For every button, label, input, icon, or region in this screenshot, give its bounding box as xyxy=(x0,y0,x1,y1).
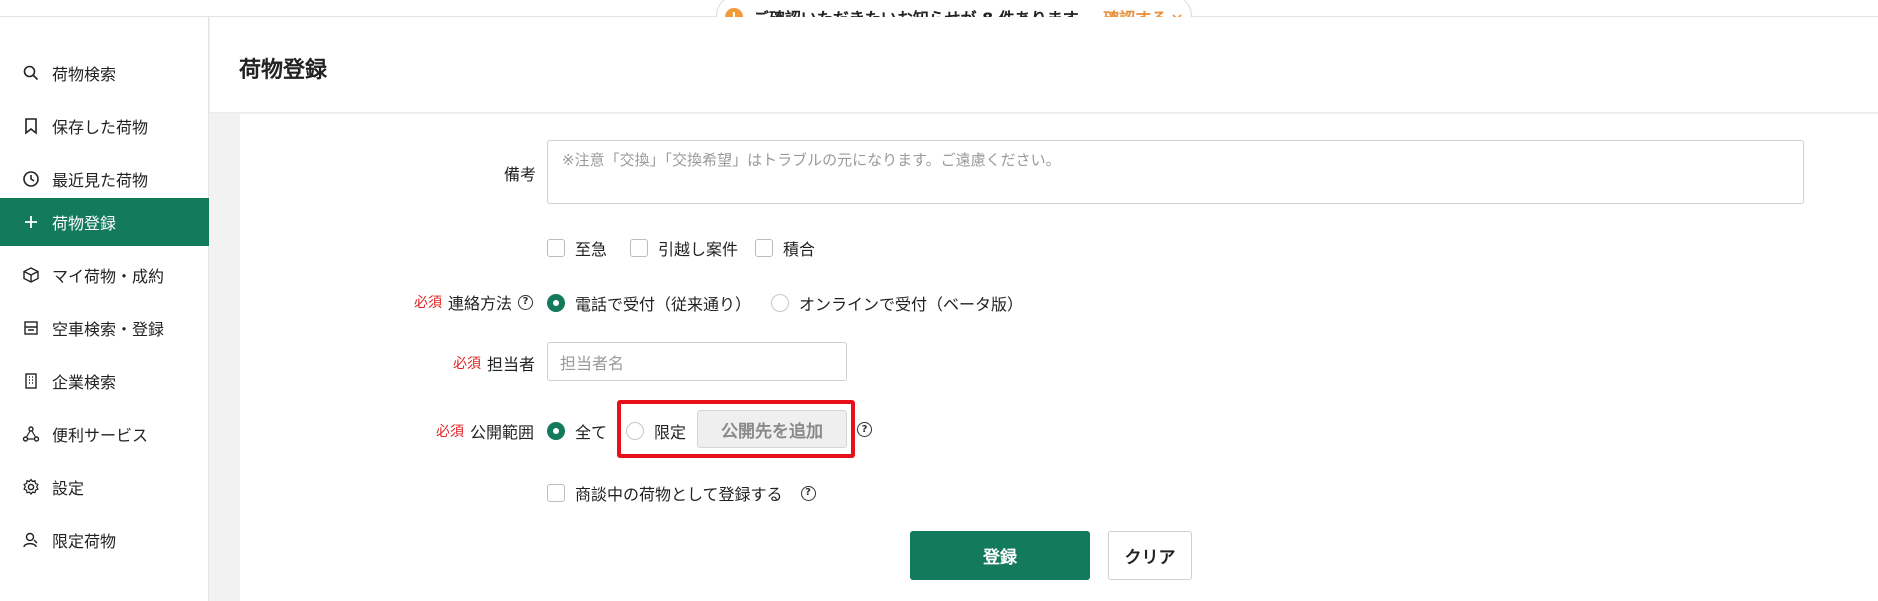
scope-all-option[interactable]: 全て xyxy=(547,419,607,443)
sidebar-item-cargo-register[interactable]: 荷物登録 xyxy=(0,198,209,246)
sidebar-item-label: 空車検索・登録 xyxy=(52,320,165,339)
negotiating-option[interactable]: 商談中の荷物として登録する ? xyxy=(547,481,816,505)
sidebar-item-label: 設定 xyxy=(52,479,85,498)
bookmark-icon xyxy=(22,117,40,135)
mixed-load-checkbox[interactable] xyxy=(755,239,773,257)
sidebar-item-settings[interactable]: 設定 xyxy=(0,463,209,511)
online-radio[interactable] xyxy=(771,294,789,312)
contact-phone-option[interactable]: 電話で受付（従来通り） xyxy=(547,291,751,315)
person-placeholder: 担当者名 xyxy=(560,353,625,373)
sidebar-item-my-cargo[interactable]: マイ荷物・成約 xyxy=(0,251,209,299)
sidebar-item-label: 保存した荷物 xyxy=(52,118,149,137)
building-icon xyxy=(22,372,40,390)
sidebar-item-recent-cargo[interactable]: 最近見た荷物 xyxy=(0,155,209,203)
option-moving[interactable]: 引越し案件 xyxy=(630,236,738,260)
plus-icon xyxy=(22,213,40,231)
person-label: 必須 担当者 xyxy=(453,355,536,374)
scope-help-icon[interactable]: ? xyxy=(857,422,872,437)
option-mixed-load[interactable]: 積合 xyxy=(755,236,815,260)
gear-icon xyxy=(22,478,40,496)
add-target-button[interactable]: 公開先を追加 xyxy=(697,410,847,448)
remarks-placeholder: ※注意「交換」「交換希望」はトラブルの元になります。ご遠慮ください。 xyxy=(562,151,1061,169)
search-icon xyxy=(22,64,40,82)
sidebar-item-company-search[interactable]: 企業検索 xyxy=(0,357,209,405)
sidebar-item-useful-services[interactable]: 便利サービス xyxy=(0,410,209,458)
sidebar-item-label: 荷物登録 xyxy=(52,214,117,233)
option-urgent[interactable]: 至急 xyxy=(547,236,607,260)
required-mark: 必須 xyxy=(453,356,481,372)
required-mark: 必須 xyxy=(436,424,464,440)
sidebar-item-cargo-search[interactable]: 荷物検索 xyxy=(0,49,209,97)
contact-method-label: 必須 連絡方法 ? xyxy=(414,290,534,314)
help-icon[interactable]: ? xyxy=(518,294,534,310)
moving-checkbox[interactable] xyxy=(630,239,648,257)
clock-icon xyxy=(22,170,40,188)
contact-online-option[interactable]: オンラインで受付（ベータ版） xyxy=(771,291,1023,315)
person-input[interactable]: 担当者名 xyxy=(547,342,847,381)
user-icon xyxy=(22,531,40,549)
urgent-checkbox[interactable] xyxy=(547,239,565,257)
sidebar-item-limited-cargo[interactable]: 限定荷物 xyxy=(0,516,209,564)
scope-all-radio[interactable] xyxy=(547,422,565,440)
sidebar-item-saved-cargo[interactable]: 保存した荷物 xyxy=(0,102,209,150)
remarks-textarea[interactable]: ※注意「交換」「交換希望」はトラブルの元になります。ご遠慮ください。 xyxy=(547,140,1804,204)
submit-button[interactable]: 登録 xyxy=(910,531,1090,580)
remarks-label: 備考 xyxy=(504,165,537,184)
sidebar-item-empty-truck[interactable]: 空車検索・登録 xyxy=(0,304,209,352)
network-icon xyxy=(22,425,40,443)
scope-limited-option[interactable]: 限定 xyxy=(626,419,686,443)
page-title: 荷物登録 xyxy=(239,58,328,83)
sidebar-item-label: マイ荷物・成約 xyxy=(52,267,165,286)
required-mark: 必須 xyxy=(414,295,442,311)
sidebar: 荷物検索 保存した荷物 最近見た荷物 荷物登録 マイ荷物・成約 空車検索・登録 … xyxy=(0,17,209,601)
truck-icon xyxy=(22,319,40,337)
sidebar-item-label: 便利サービス xyxy=(52,426,149,445)
clear-button[interactable]: クリア xyxy=(1108,531,1192,580)
negotiating-help-icon[interactable]: ? xyxy=(800,485,816,501)
sidebar-item-label: 最近見た荷物 xyxy=(52,171,149,190)
sidebar-item-label: 荷物検索 xyxy=(52,65,117,84)
box-icon xyxy=(22,266,40,284)
page-header: 荷物登録 xyxy=(210,17,1878,113)
scope-label: 必須 公開範囲 xyxy=(436,423,535,442)
phone-radio[interactable] xyxy=(547,294,565,312)
scope-limited-radio[interactable] xyxy=(626,422,644,440)
sidebar-item-label: 企業検索 xyxy=(52,373,117,392)
negotiating-checkbox[interactable] xyxy=(547,484,565,502)
sidebar-item-label: 限定荷物 xyxy=(52,532,117,551)
